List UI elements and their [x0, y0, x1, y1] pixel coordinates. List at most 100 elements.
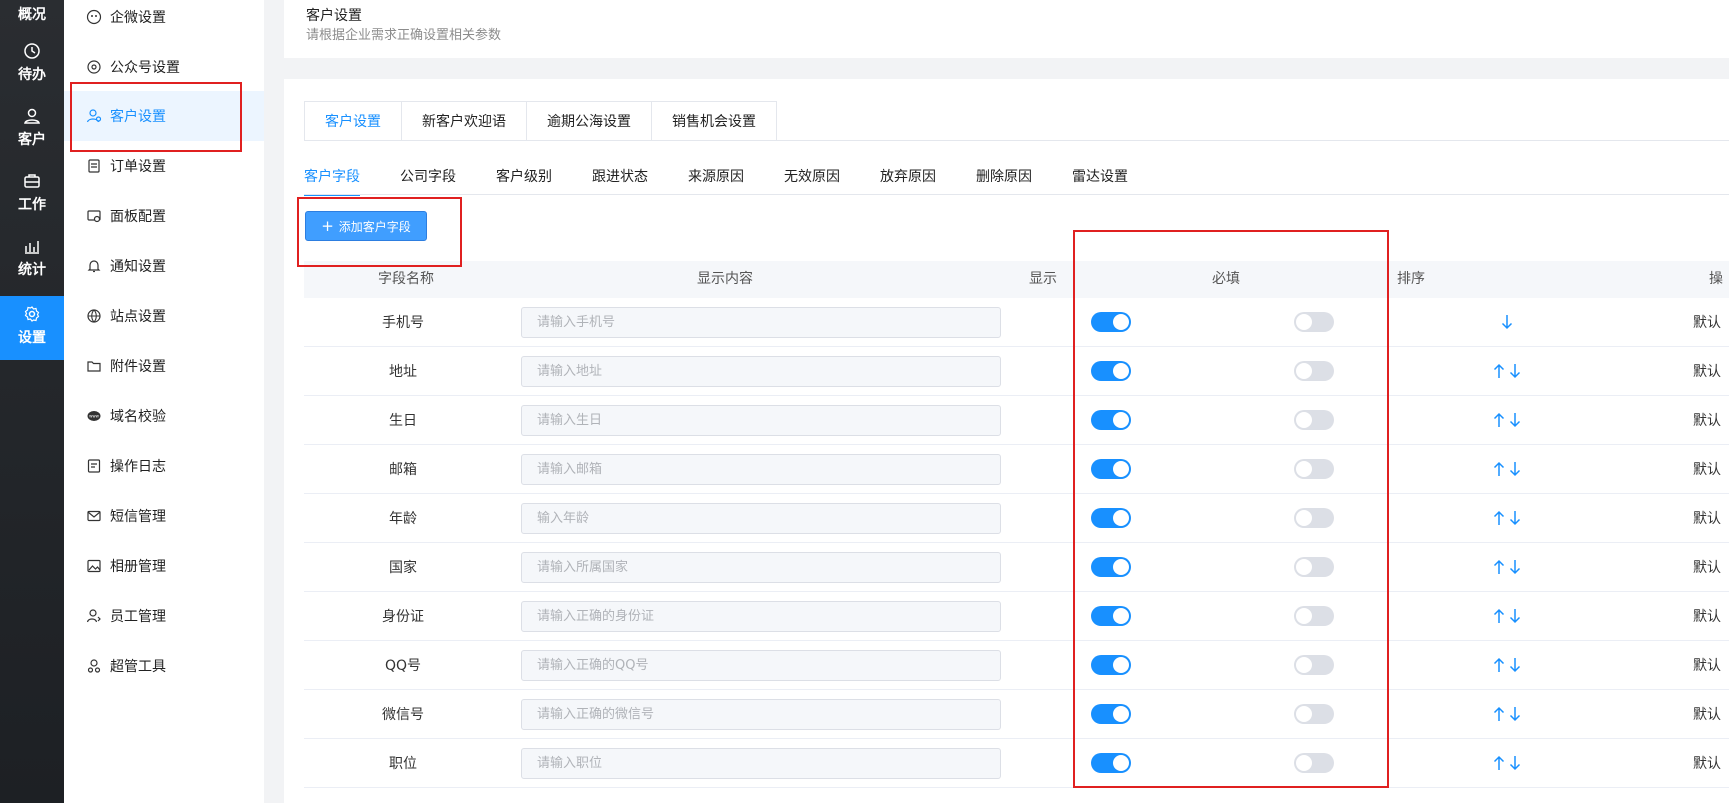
field-name: 地址 — [389, 364, 417, 380]
op-cell: 默认 — [1693, 364, 1721, 380]
sidebar-item-album[interactable]: 相册管理 — [64, 541, 264, 591]
field-content-input[interactable] — [521, 698, 1001, 730]
arrow-down-icon[interactable] — [1501, 314, 1513, 330]
sidebar-item-label: 通知设置 — [110, 259, 166, 275]
rail-label: 概况 — [18, 7, 46, 23]
field-content-input[interactable] — [521, 649, 1001, 681]
subtab-radar[interactable]: 雷达设置 — [1072, 165, 1128, 195]
arrow-down-icon[interactable] — [1509, 461, 1521, 477]
sidebar-item-wecom[interactable]: 企微设置 — [64, 0, 264, 42]
op-cell: 默认 — [1693, 413, 1721, 429]
user-icon — [24, 108, 40, 124]
sidebar-item-label: 相册管理 — [110, 559, 166, 575]
sidebar-item-attachment[interactable]: 附件设置 — [64, 341, 264, 391]
arrow-up-icon[interactable] — [1493, 755, 1505, 771]
field-content-input[interactable] — [521, 404, 1001, 436]
page-title: 客户设置 — [306, 8, 362, 24]
field-content-input[interactable] — [521, 306, 1001, 338]
field-name: 邮箱 — [389, 462, 417, 478]
arrow-up-icon[interactable] — [1493, 461, 1505, 477]
rail-item-stats[interactable]: 统计 — [0, 237, 64, 287]
rail-item-customer[interactable]: 客户 — [0, 107, 64, 157]
tab-sales-opportunity[interactable]: 销售机会设置 — [652, 102, 776, 141]
sidebar-item-sms[interactable]: 短信管理 — [64, 491, 264, 541]
op-cell: 默认 — [1693, 658, 1721, 674]
page-subtitle: 请根据企业需求正确设置相关参数 — [306, 28, 502, 43]
field-name: QQ号 — [384, 658, 422, 674]
briefcase-icon — [24, 174, 40, 188]
sidebar-item-admin[interactable]: 超管工具 — [64, 641, 264, 691]
rail-label: 待办 — [18, 67, 46, 83]
field-content-input[interactable] — [521, 747, 1001, 779]
field-name: 身份证 — [382, 609, 424, 625]
field-content-input[interactable] — [521, 453, 1001, 485]
field-content-cell — [521, 298, 1001, 346]
rail-item-overview[interactable]: 概况 — [0, 0, 64, 30]
field-content-input[interactable] — [521, 600, 1001, 632]
subtab-invalid-reason[interactable]: 无效原因 — [784, 165, 840, 195]
subtab-company-fields[interactable]: 公司字段 — [400, 165, 456, 195]
panel-icon — [87, 210, 101, 223]
op-cell: 默认 — [1693, 462, 1721, 478]
arrow-down-icon[interactable] — [1509, 559, 1521, 575]
field-content-cell — [521, 592, 1001, 640]
sidebar-item-notify[interactable]: 通知设置 — [64, 241, 264, 291]
rail-label: 工作 — [18, 197, 46, 213]
header-sort: 排序 — [1397, 271, 1425, 287]
sidebar-item-domain[interactable]: www 域名校验 — [64, 391, 264, 441]
rail-item-settings[interactable]: 设置 — [0, 296, 64, 360]
arrow-down-icon[interactable] — [1509, 363, 1521, 379]
header-content: 显示内容 — [697, 271, 753, 287]
table-row: 国家 默认 — [304, 543, 1729, 592]
arrow-up-icon[interactable] — [1493, 412, 1505, 428]
rail-item-work[interactable]: 工作 — [0, 172, 64, 222]
subtab-customer-fields[interactable]: 客户字段 — [304, 165, 360, 196]
subtab-follow-status[interactable]: 跟进状态 — [592, 165, 648, 195]
page-header: 客户设置 请根据企业需求正确设置相关参数 — [284, 0, 1729, 58]
arrow-up-icon[interactable] — [1493, 559, 1505, 575]
arrow-up-icon[interactable] — [1493, 608, 1505, 624]
arrow-down-icon[interactable] — [1509, 657, 1521, 673]
op-cell: 默认 — [1693, 315, 1721, 331]
arrow-up-icon[interactable] — [1493, 363, 1505, 379]
field-content-input[interactable] — [521, 551, 1001, 583]
arrow-up-icon[interactable] — [1493, 657, 1505, 673]
sidebar-item-staff[interactable]: 员工管理 — [64, 591, 264, 641]
sidebar-item-label: 短信管理 — [110, 509, 166, 525]
sort-cell — [1482, 641, 1532, 689]
subtabs-divider — [304, 194, 1729, 195]
field-content-cell — [521, 494, 1001, 542]
table-header: 字段名称 显示内容 显示 必填 排序 操 — [304, 261, 1729, 298]
settings-card: 客户设置 新客户欢迎语 逾期公海设置 销售机会设置 客户字段 公司字段 客户级别… — [284, 79, 1729, 803]
field-content-input[interactable] — [521, 355, 1001, 387]
sidebar-item-site[interactable]: 站点设置 — [64, 291, 264, 341]
arrow-down-icon[interactable] — [1509, 412, 1521, 428]
arrow-down-icon[interactable] — [1509, 608, 1521, 624]
arrow-down-icon[interactable] — [1509, 755, 1521, 771]
tab-welcome-message[interactable]: 新客户欢迎语 — [402, 102, 527, 141]
rail-label: 客户 — [18, 132, 46, 148]
arrow-up-icon[interactable] — [1493, 706, 1505, 722]
arrow-down-icon[interactable] — [1509, 706, 1521, 722]
clock-icon — [24, 43, 40, 59]
subtab-customer-level[interactable]: 客户级别 — [496, 165, 552, 195]
table-body: 手机号默认地址默认生日默认邮箱默认年龄默认国家默认身份证默认QQ号默认微信号默认… — [304, 298, 1729, 788]
arrow-up-icon[interactable] — [1493, 510, 1505, 526]
domain-icon: www — [87, 411, 101, 421]
field-content-cell — [521, 690, 1001, 738]
rail-item-todo[interactable]: 待办 — [0, 42, 64, 92]
subtab-abandon-reason[interactable]: 放弃原因 — [880, 165, 936, 195]
subtab-source-reason[interactable]: 来源原因 — [688, 165, 744, 195]
sidebar-item-label: 面板配置 — [110, 209, 166, 225]
order-icon — [88, 159, 100, 173]
field-content-input[interactable] — [521, 502, 1001, 534]
tab-overdue-pool[interactable]: 逾期公海设置 — [527, 102, 652, 141]
sidebar-item-log[interactable]: 操作日志 — [64, 441, 264, 491]
sidebar-item-panel[interactable]: 面板配置 — [64, 191, 264, 241]
rail-label: 统计 — [18, 262, 46, 278]
sort-cell — [1482, 592, 1532, 640]
subtab-delete-reason[interactable]: 删除原因 — [976, 165, 1032, 195]
arrow-down-icon[interactable] — [1509, 510, 1521, 526]
sort-cell — [1482, 298, 1532, 346]
tab-customer-settings[interactable]: 客户设置 — [305, 102, 402, 141]
